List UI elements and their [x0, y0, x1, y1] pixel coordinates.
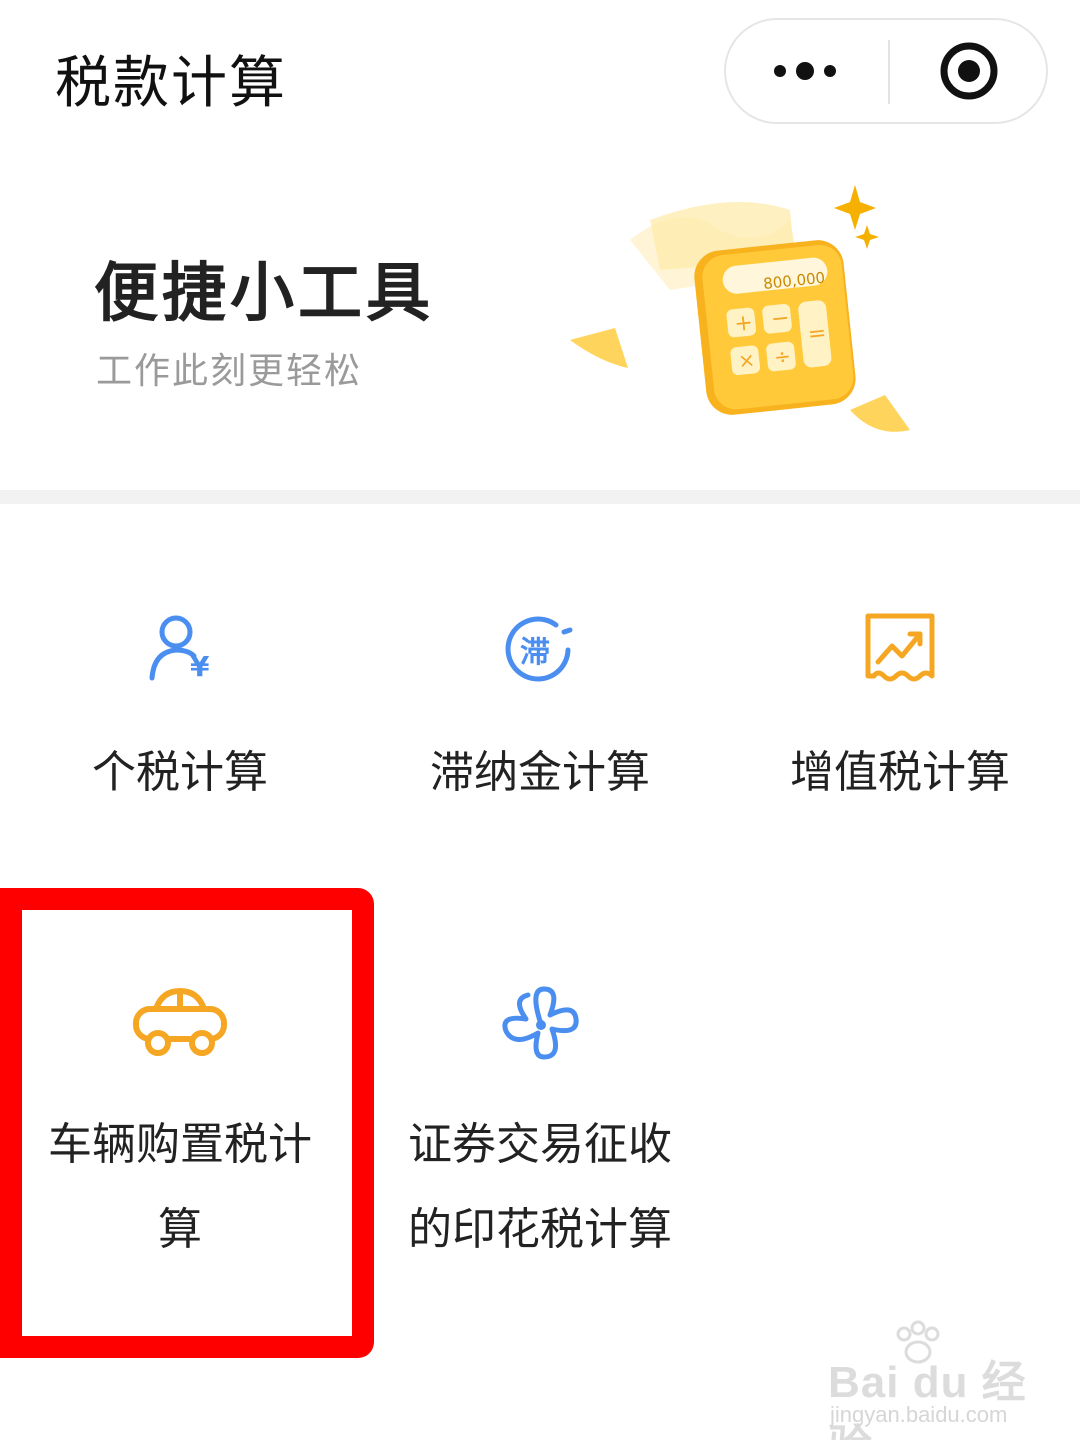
close-button[interactable] — [890, 20, 1048, 122]
page-title: 税款计算 — [55, 51, 287, 116]
watermark: Bai du 经验 jingyan.baidu.com — [828, 1320, 1028, 1440]
calculator-illustration: 800,000 + − = × ÷ — [570, 185, 910, 432]
banner: 便捷小工具 工作此刻更轻松 800,000 + − = × ÷ — [0, 150, 1080, 490]
tool-label: 增值税计算 — [790, 747, 1010, 798]
tool-label: 个税计算 — [92, 747, 268, 798]
clover-icon — [502, 986, 579, 1060]
banner-subtitle: 工作此刻更轻松 — [96, 351, 363, 392]
more-dots-icon — [774, 62, 836, 80]
svg-text:−: − — [770, 306, 791, 333]
svg-text:=: = — [807, 321, 828, 348]
svg-text:×: × — [737, 347, 756, 373]
top-bar: 税款计算 — [0, 0, 1080, 150]
more-button[interactable] — [726, 20, 888, 122]
tool-label-line2: 的印花税计算 — [408, 1204, 672, 1255]
svg-text:+: + — [733, 310, 754, 337]
page: 税款计算 便捷小工具 工作此刻更轻松 800,000 + − = × ÷ ¥ 个… — [0, 0, 1080, 1440]
late-fee-icon: 滞 — [505, 616, 573, 682]
miniapp-capsule — [724, 18, 1048, 124]
late-fee-glyph: 滞 — [520, 635, 550, 670]
person-yen-icon: ¥ — [149, 615, 210, 683]
trend-chart-icon — [865, 613, 935, 682]
banner-title: 便捷小工具 — [94, 257, 434, 331]
watermark-url: jingyan.baidu.com — [830, 1402, 1008, 1427]
tool-vat[interactable]: 增值税计算 — [720, 610, 1080, 810]
section-divider — [0, 490, 1080, 504]
close-target-icon — [940, 42, 998, 100]
tool-label: 滞纳金计算 — [430, 747, 650, 798]
highlight-box — [0, 888, 374, 1358]
svg-text:÷: ÷ — [773, 344, 792, 370]
tool-label-line1: 证券交易征收 — [408, 1119, 672, 1170]
tool-late-fee[interactable]: 滞 滞纳金计算 — [360, 610, 720, 810]
tool-stamp-duty[interactable]: 证券交易征收 的印花税计算 — [360, 985, 720, 1285]
tool-personal-tax[interactable]: ¥ 个税计算 — [0, 610, 360, 810]
svg-text:¥: ¥ — [190, 650, 210, 683]
